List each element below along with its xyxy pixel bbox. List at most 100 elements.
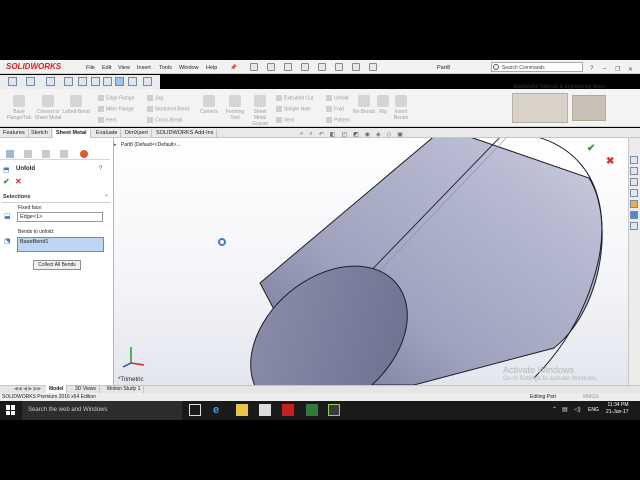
line-icon[interactable] (46, 77, 55, 86)
recorder-icon[interactable] (328, 404, 340, 416)
restore-icon[interactable]: ❐ (615, 66, 620, 73)
tab-motion-study[interactable]: Motion Study 1 (104, 385, 145, 393)
tab-features[interactable]: Features (0, 129, 29, 138)
appearances-icon[interactable] (630, 211, 638, 219)
collapse-chevron-icon[interactable]: ⌃ (104, 194, 109, 201)
windows-start-icon[interactable] (6, 405, 16, 415)
menu-tools[interactable]: Tools (159, 65, 172, 71)
no-bends-label: No Bends (353, 109, 375, 115)
pm-help-icon[interactable]: ? (99, 166, 102, 172)
base-flange-button[interactable]: Base Flange/Tab (4, 95, 34, 121)
cylinder-model[interactable] (114, 138, 628, 385)
sheet-metal-icon[interactable] (91, 77, 100, 86)
solidworks-logo[interactable]: SOLIDWORKS (6, 62, 61, 71)
fixed-face-field[interactable]: Edge<1> (17, 212, 103, 222)
flatten-icon[interactable] (103, 77, 112, 86)
sheet-metal-gusset-button[interactable]: Sheet Metal Gusset (248, 95, 272, 127)
unfold-icon[interactable] (115, 77, 124, 86)
view-palette-icon[interactable] (630, 200, 638, 208)
task-view-icon[interactable] (189, 404, 201, 416)
tab-model[interactable]: Model (46, 385, 68, 393)
design-library-icon[interactable] (630, 178, 638, 186)
file-explorer-icon[interactable] (630, 189, 638, 197)
search-commands-input[interactable]: Search Commands (491, 62, 583, 72)
fold-icon[interactable] (128, 77, 137, 86)
taskbar-search-box[interactable]: Search the web and Windows (22, 401, 182, 420)
status-units[interactable]: MMGS (583, 393, 599, 401)
menu-edit[interactable]: Edit (102, 65, 111, 71)
pattern-button[interactable]: Pattern (326, 117, 350, 123)
open-icon[interactable] (267, 63, 275, 71)
solidworks-taskbar-icon[interactable] (282, 404, 294, 416)
dimxpert-icon[interactable] (60, 150, 68, 158)
volume-icon[interactable]: ◁) (574, 406, 581, 413)
miter-flange-button[interactable]: Miter Flange (98, 106, 134, 112)
unfold-ribbon-button[interactable]: Unfold (326, 95, 348, 101)
custom-properties-icon[interactable] (630, 222, 638, 230)
tab-evaluate[interactable]: Evaluate (93, 129, 122, 138)
simple-hole-button[interactable]: Simple Hole (276, 106, 311, 112)
tab-scroll-icons[interactable]: ◀◀ ◀ ▶ ▶▶ (14, 386, 41, 392)
options-icon[interactable] (369, 63, 377, 71)
cancel-button[interactable]: ✕ (15, 177, 22, 186)
corners-button[interactable]: Corners (197, 95, 221, 115)
display-manager-icon[interactable] (80, 150, 88, 158)
tab-dimxpert[interactable]: DimXpert (122, 129, 152, 138)
bends-list-field[interactable]: BaseBend1 (17, 237, 104, 252)
menu-view[interactable]: View (118, 65, 130, 71)
configuration-icon[interactable] (42, 150, 50, 158)
tab-sketch[interactable]: Sketch (28, 129, 52, 138)
tab-addins[interactable]: SOLIDWORKS Add-Ins (153, 129, 218, 138)
network-icon[interactable]: ▤ (562, 406, 568, 413)
display-icon[interactable] (64, 77, 73, 86)
menu-insert[interactable]: Insert (137, 65, 151, 71)
tab-3d-views[interactable]: 3D Views (72, 385, 101, 393)
lofted-bend-button[interactable]: Lofted-Bend (60, 95, 92, 115)
cross-break-button[interactable]: Cross-Break (147, 117, 183, 123)
jog-button[interactable]: Jog (147, 95, 163, 101)
vent-button[interactable]: Vent (276, 117, 294, 123)
insert-bends-button[interactable]: Insert Bends (391, 95, 411, 121)
new-document-icon[interactable] (250, 63, 258, 71)
tab-sheet-metal[interactable]: Sheet Metal (53, 129, 91, 138)
edge-flange-button[interactable]: Edge Flange (98, 95, 134, 101)
taskbar-clock[interactable]: 11:34 PM 21-Jun-17 (606, 402, 629, 416)
forming-tool-button[interactable]: Forming Tool (222, 95, 248, 121)
undo-icon[interactable] (318, 63, 326, 71)
tray-chevron-icon[interactable]: ⌃ (552, 406, 557, 413)
measure-icon[interactable] (143, 77, 152, 86)
store-icon[interactable] (259, 404, 271, 416)
print-icon[interactable] (301, 63, 309, 71)
camtasia-icon[interactable] (306, 404, 318, 416)
help-icon[interactable]: ? (590, 66, 593, 72)
no-bends-button[interactable]: No Bends (353, 95, 375, 115)
menu-window[interactable]: Window (179, 65, 199, 71)
home-icon[interactable] (630, 156, 638, 164)
smart-dimension-icon[interactable] (26, 77, 35, 86)
pin-icon[interactable]: 📌 (230, 65, 237, 71)
hem-button[interactable]: Hem (98, 117, 117, 123)
edge-browser-icon[interactable]: e (213, 404, 225, 416)
menu-file[interactable]: File (86, 65, 95, 71)
save-icon[interactable] (284, 63, 292, 71)
rebuild-icon[interactable] (352, 63, 360, 71)
feature-tree-icon[interactable] (6, 150, 14, 158)
extruded-cut-button[interactable]: Extruded Cut (276, 95, 313, 101)
minimize-icon[interactable]: – (603, 66, 606, 72)
resources-icon[interactable] (630, 167, 638, 175)
fold-ribbon-button[interactable]: Fold (326, 106, 344, 112)
language-indicator[interactable]: ENG (588, 407, 599, 413)
file-explorer-taskbar-icon[interactable] (236, 404, 248, 416)
convert-sheet-metal-button[interactable]: Convert to Sheet Metal (34, 95, 62, 121)
selections-header[interactable]: Selections (3, 194, 31, 200)
sketch-icon[interactable] (8, 77, 17, 86)
sketched-bend-button[interactable]: Sketched Bend (147, 106, 189, 112)
shaded-icon[interactable] (78, 77, 87, 86)
select-icon[interactable] (335, 63, 343, 71)
property-manager-icon[interactable] (24, 150, 32, 158)
rip-button[interactable]: Rip (374, 95, 392, 115)
close-icon[interactable]: ✕ (628, 66, 633, 73)
ok-button[interactable]: ✔ (3, 177, 10, 186)
menu-help[interactable]: Help (206, 65, 217, 71)
collect-all-bends-button[interactable]: Collect All Bends (33, 260, 81, 270)
